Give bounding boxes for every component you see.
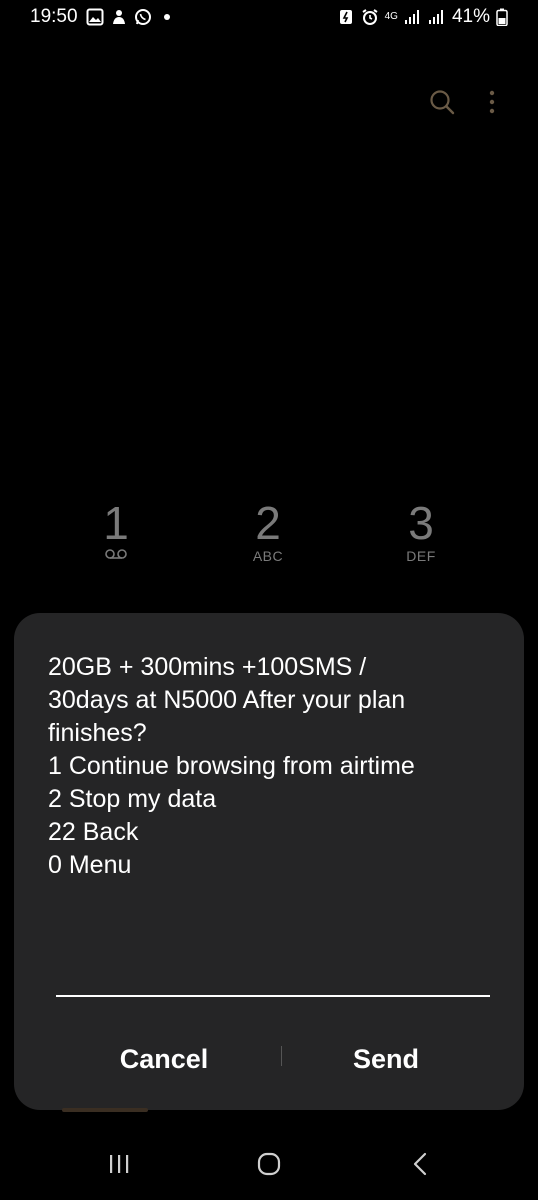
gallery-icon [86,8,104,26]
message-line: 1 Continue browsing from airtime [48,752,415,780]
reply-input[interactable] [56,949,490,997]
search-icon[interactable] [428,88,456,116]
key-digit: 1 [103,497,129,549]
battery-saver-icon [339,10,352,24]
key-3[interactable]: 3 DEF [371,500,471,564]
dot-icon [164,14,170,20]
message-line: 30days at N5000 After your plan [48,686,406,714]
network-4g-icon: 4G [384,11,398,22]
battery-icon [496,8,508,26]
key-1[interactable]: 1 [66,500,166,560]
message-line: 0 Menu [48,851,132,879]
key-digit: 2 [255,497,281,549]
message-line: finishes? [48,719,147,747]
status-time: 19:50 [30,6,78,27]
signal-icon [428,10,443,24]
cancel-button[interactable]: Cancel [64,1033,264,1083]
send-button[interactable]: Send [286,1033,486,1083]
whatsapp-icon [135,9,151,25]
key-digit: 3 [408,497,434,549]
key-letters: ABC [252,548,284,564]
back-icon[interactable] [410,1152,430,1176]
voicemail-icon [105,549,127,559]
notification-icon [113,10,125,24]
ussd-message: 20GB + 300mins +100SMS / 30days at N5000… [48,651,498,882]
signal-icon [404,10,419,24]
message-line: 22 Back [48,818,139,846]
recents-icon[interactable] [108,1154,130,1174]
tab-indicator [62,1108,148,1112]
battery-percent: 41% [451,6,490,27]
status-right-icons: 4G 41% [337,6,508,28]
button-divider [281,1046,282,1066]
alarm-icon [362,9,378,25]
key-letters: DEF [406,548,436,564]
status-left-icons [86,8,176,26]
home-icon[interactable] [257,1152,281,1176]
message-line: 2 Stop my data [48,785,217,813]
message-line: 20GB + 300mins +100SMS / [48,653,367,681]
more-options-icon[interactable] [484,88,500,116]
status-bar: 19:50 4G 41% [0,0,538,36]
key-2[interactable]: 2 ABC [218,500,318,564]
ussd-dialog: 20GB + 300mins +100SMS / 30days at N5000… [14,613,524,1110]
